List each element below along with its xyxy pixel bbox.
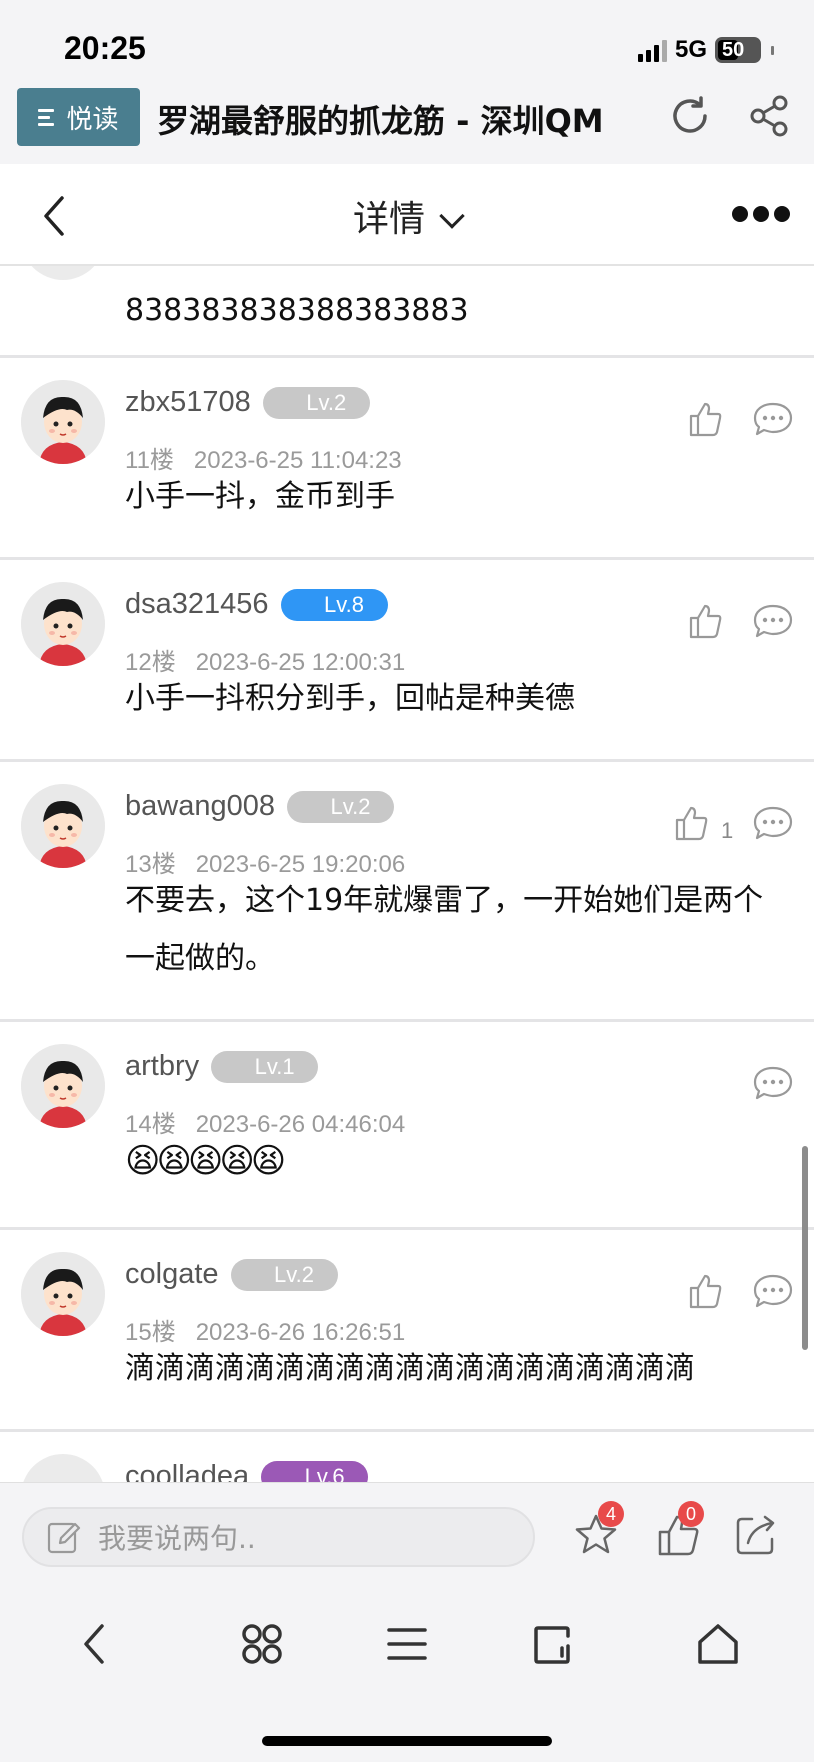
username[interactable]: coolladea bbox=[125, 1460, 249, 1482]
list-item: coolladea Lv.6 bbox=[0, 1432, 814, 1482]
avatar bbox=[21, 266, 105, 280]
username-row: artbry Lv.1 bbox=[125, 1050, 319, 1083]
comment-placeholder: 我要说两句.. bbox=[98, 1522, 256, 1555]
username[interactable]: artbry bbox=[125, 1050, 199, 1083]
status-bar: 20:25 5G 50 bbox=[0, 0, 814, 84]
list-item: zbx51708 Lv.2 11楼 2023-6-25 11:04:23 小手一抖… bbox=[0, 358, 814, 560]
like-count-badge: 0 bbox=[678, 1501, 704, 1527]
username[interactable]: colgate bbox=[125, 1258, 219, 1291]
scrollbar[interactable] bbox=[802, 1146, 808, 1350]
page-title: 罗湖最舒服的抓龙筋 - 深圳QM bbox=[157, 102, 604, 140]
avatar[interactable] bbox=[21, 1044, 105, 1128]
level-badge: Lv.2 bbox=[230, 1258, 338, 1291]
username-row: zbx51708 Lv.2 bbox=[125, 386, 370, 419]
comment-icon[interactable] bbox=[752, 603, 794, 639]
level-badge: Lv.2 bbox=[262, 386, 370, 419]
comment-icon[interactable] bbox=[752, 401, 794, 437]
clover-icon[interactable] bbox=[238, 1620, 286, 1668]
home-icon[interactable] bbox=[694, 1620, 742, 1668]
avatar[interactable] bbox=[21, 380, 105, 464]
list-item: 838383838388383883 bbox=[0, 266, 814, 358]
battery-level: 50 bbox=[722, 38, 745, 61]
username[interactable]: dsa321456 bbox=[125, 588, 269, 621]
nav-bar: 详情 bbox=[0, 164, 814, 266]
comment-bar: 我要说两句.. 4 0 bbox=[0, 1482, 814, 1586]
username[interactable]: bawang008 bbox=[125, 790, 275, 823]
comment-input[interactable]: 我要说两句.. bbox=[22, 1507, 535, 1567]
username-row: coolladea Lv.6 bbox=[125, 1460, 369, 1482]
favorite-count-badge: 4 bbox=[598, 1501, 624, 1527]
nav-title: 详情 bbox=[352, 199, 425, 240]
level-badge: Lv.1 bbox=[211, 1050, 319, 1083]
username-row: bawang008 Lv.2 bbox=[125, 790, 394, 823]
share-out-icon[interactable] bbox=[732, 1511, 780, 1559]
username-row: dsa321456 Lv.8 bbox=[125, 588, 388, 621]
share-icon[interactable] bbox=[748, 94, 792, 138]
battery-icon: 50 bbox=[715, 37, 761, 63]
browser-toolbar bbox=[0, 1586, 814, 1762]
comment-icon[interactable] bbox=[752, 1273, 794, 1309]
post-content: 不要去，这个19年就爆雷了，一开始她们是两个一起做的。 bbox=[125, 883, 764, 976]
avatar[interactable] bbox=[21, 1252, 105, 1336]
more-dots-icon[interactable] bbox=[732, 206, 790, 222]
yuedu-menu-button[interactable]: 悦读 bbox=[17, 88, 140, 146]
level-badge: Lv.8 bbox=[280, 588, 388, 621]
home-indicator[interactable] bbox=[262, 1736, 552, 1746]
yuedu-label: 悦读 bbox=[66, 104, 119, 135]
network-type: 5G bbox=[674, 36, 707, 63]
signal-icon bbox=[637, 38, 667, 62]
level-badge: Lv.2 bbox=[286, 790, 394, 823]
username[interactable]: zbx51708 bbox=[125, 386, 251, 419]
username-row: colgate Lv.2 bbox=[125, 1258, 338, 1291]
reply-list: 838383838388383883 zbx51708 Lv.2 11楼 2023… bbox=[0, 266, 814, 1482]
refresh-icon[interactable] bbox=[668, 94, 712, 138]
chevron-down-icon bbox=[439, 203, 465, 229]
thumbs-up-icon[interactable] bbox=[674, 805, 708, 841]
list-item: dsa321456 Lv.8 12楼 2023-6-25 12:00:31 小手一… bbox=[0, 560, 814, 762]
menu-icon bbox=[38, 108, 55, 126]
avatar[interactable] bbox=[21, 1454, 105, 1482]
edit-icon bbox=[47, 1522, 81, 1554]
post-content: 小手一抖，金币到手 bbox=[125, 479, 395, 514]
list-item: colgate Lv.2 15楼 2023-6-26 16:26:51 滴滴滴滴滴… bbox=[0, 1230, 814, 1432]
level-badge: Lv.6 bbox=[261, 1460, 369, 1482]
back-icon[interactable] bbox=[72, 1620, 120, 1668]
list-item: artbry Lv.1 14楼 2023-6-26 04:46:04 😫😫😫😫😫 bbox=[0, 1022, 814, 1230]
thumbs-up-icon[interactable] bbox=[688, 603, 722, 639]
thumbs-up-icon[interactable] bbox=[688, 1273, 722, 1309]
thumbs-up-icon[interactable] bbox=[688, 401, 722, 437]
emoji-content: 😫😫😫😫😫 bbox=[125, 1141, 286, 1181]
list-item: bawang008 Lv.2 13楼 2023-6-25 19:20:06 不要去… bbox=[0, 762, 814, 1022]
avatar[interactable] bbox=[21, 582, 105, 666]
comment-icon[interactable] bbox=[752, 805, 794, 841]
like-count: 1 bbox=[721, 818, 734, 843]
post-content: 838383838388383883 bbox=[125, 293, 469, 328]
post-content: 滴滴滴滴滴滴滴滴滴滴滴滴滴滴滴滴滴滴滴 bbox=[125, 1351, 695, 1386]
menu-icon[interactable] bbox=[383, 1620, 431, 1668]
status-time: 20:25 bbox=[64, 30, 146, 66]
nav-title-dropdown[interactable]: 详情 bbox=[0, 190, 814, 242]
avatar[interactable] bbox=[21, 784, 105, 868]
app-header: 悦读 罗湖最舒服的抓龙筋 - 深圳QM bbox=[0, 84, 814, 164]
comment-icon[interactable] bbox=[752, 1065, 794, 1101]
tabs-icon[interactable] bbox=[528, 1620, 576, 1668]
post-content: 小手一抖积分到手，回帖是种美德 bbox=[125, 681, 575, 716]
status-indicators: 5G 50 bbox=[637, 36, 774, 64]
